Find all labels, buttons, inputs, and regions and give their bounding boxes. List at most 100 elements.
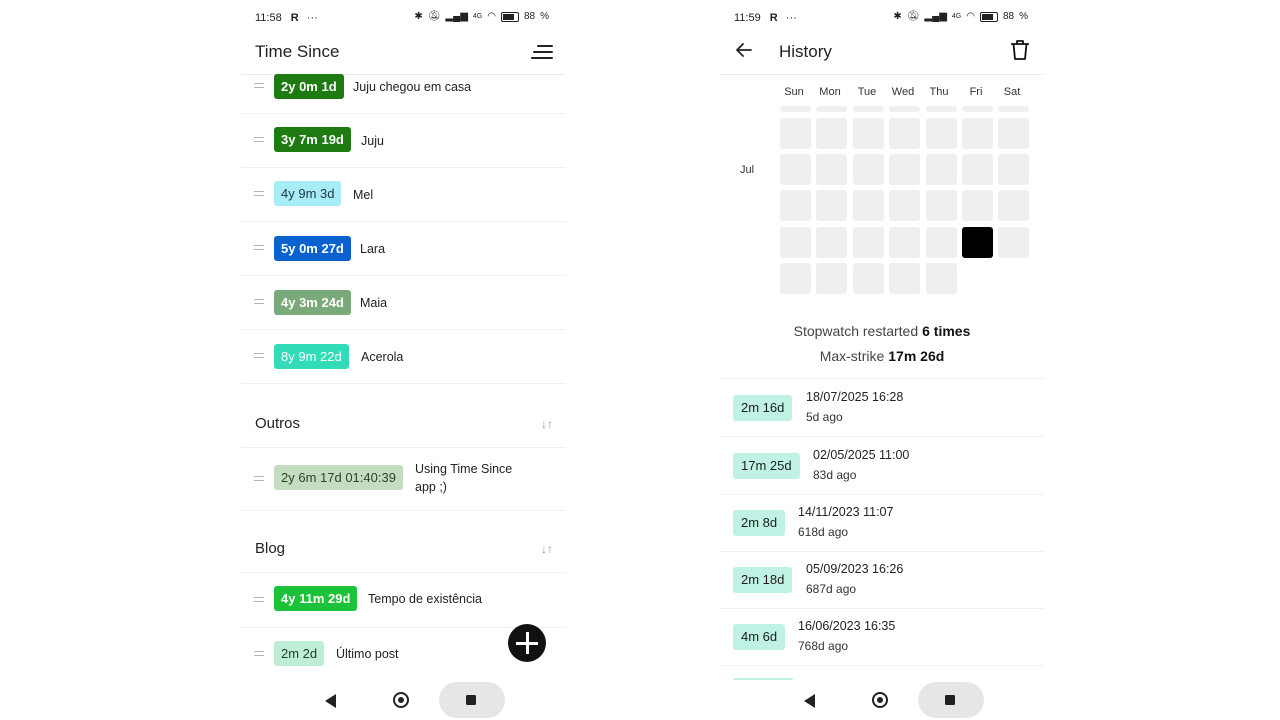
drag-handle-icon[interactable] <box>254 476 264 482</box>
calendar-day-cell <box>780 118 811 149</box>
max-strike-stat: Max-strike 17m 26d <box>819 348 945 364</box>
system-nav-bar <box>241 680 565 720</box>
weekday-label: Sat <box>1003 86 1021 98</box>
calendar-day-cell <box>889 154 921 185</box>
calendar-day-cell <box>852 118 884 149</box>
calendar-day-cell <box>889 263 921 294</box>
carrier-icon: R <box>769 12 778 24</box>
elapsed-badge: 2y 0m 1d <box>274 74 344 99</box>
item-label: Juju chegou em casa <box>353 80 472 94</box>
battery-icon <box>979 11 998 22</box>
calendar-day-cell <box>816 227 848 258</box>
history-entry[interactable]: 4m 6d 16/06/2023 16:35 768d ago <box>720 608 1044 666</box>
item-label: Acerola <box>361 350 404 364</box>
drag-handle-icon[interactable] <box>254 83 264 89</box>
elapsed-badge: 4y 3m 24d <box>274 290 351 315</box>
entry-ago: 768d ago <box>798 639 849 653</box>
recents-icon <box>466 695 476 705</box>
drag-handle-icon[interactable] <box>254 137 264 143</box>
list-item[interactable]: 3y 7m 19d Juju <box>241 113 565 168</box>
delete-icon[interactable] <box>1010 39 1030 61</box>
drag-handle-icon[interactable] <box>254 299 264 305</box>
more-dots-icon: ··· <box>785 12 797 24</box>
nav-back-icon[interactable] <box>325 694 336 708</box>
nav-back-icon[interactable] <box>804 694 815 708</box>
calendar-day-cell <box>816 263 848 294</box>
status-bar: 11:59 R ··· ✱ 🔕︎ ▂▄▆ 4G ◠ 88% <box>720 0 1044 36</box>
section-title: Outros <box>255 415 301 432</box>
calendar-day-cell <box>962 190 993 221</box>
weekday-label: Wed <box>891 86 915 98</box>
history-entry[interactable]: 2m 18d 05/09/2023 16:26 687d ago <box>720 551 1044 609</box>
section-title: Blog <box>255 540 286 557</box>
carrier-icon: R <box>290 12 299 24</box>
list-item[interactable]: 4y 9m 3d Mel <box>241 167 565 222</box>
drag-handle-icon[interactable] <box>254 191 264 197</box>
duration-badge: 4m 6d <box>733 624 786 650</box>
battery-level: 88 <box>523 11 536 22</box>
network-type: 4G <box>472 13 483 20</box>
section-header-outros: Outros ↓↑ <box>241 385 565 448</box>
list-item[interactable]: 2y 6m 17d 01:40:39 Using Time Since app … <box>241 448 565 511</box>
calendar-day-cell <box>962 118 993 149</box>
add-button[interactable] <box>508 624 546 662</box>
entry-ago: 618d ago <box>798 525 849 539</box>
calendar-day-cell <box>925 154 957 185</box>
calendar-day-cell <box>998 106 1030 112</box>
calendar-day-cell <box>962 154 993 185</box>
elapsed-badge: 2y 6m 17d 01:40:39 <box>274 465 403 490</box>
drag-handle-icon[interactable] <box>254 597 264 603</box>
back-arrow-icon[interactable] <box>734 40 754 60</box>
nav-recents-button[interactable] <box>439 682 505 718</box>
history-entry[interactable]: 2m 16d 18/07/2025 16:28 5d ago <box>720 379 1044 437</box>
section-header-blog: Blog ↓↑ <box>241 510 565 573</box>
mute-icon: 🔕︎ <box>427 11 441 22</box>
weekday-label: Tue <box>857 86 877 98</box>
signal-icon: ▂▄▆ <box>924 11 947 22</box>
calendar-day-cell <box>816 154 848 185</box>
system-nav-bar <box>720 680 1044 720</box>
calendar-day-cell <box>962 106 993 112</box>
calendar-day-cell <box>852 154 884 185</box>
mute-icon: 🔕︎ <box>906 11 920 22</box>
calendar-day-cell <box>889 106 921 112</box>
item-label: Último post <box>336 647 399 661</box>
list-item[interactable]: 8y 9m 22d Acerola <box>241 329 565 384</box>
sort-icon[interactable]: ↓↑ <box>541 417 553 431</box>
calendar-day-cell <box>925 263 957 294</box>
more-dots-icon: ··· <box>306 12 318 24</box>
list-item[interactable]: 2y 0m 1d Juju chegou em casa <box>241 59 565 114</box>
calendar-day-cell <box>780 106 811 112</box>
history-entry[interactable]: 17m 25d 02/05/2025 11:00 83d ago <box>720 437 1044 495</box>
drag-handle-icon[interactable] <box>254 245 264 251</box>
calendar-day-cell <box>852 106 884 112</box>
calendar-day-cell <box>925 227 957 258</box>
wifi-icon: ◠ <box>487 11 496 22</box>
nav-home-icon[interactable] <box>872 692 888 708</box>
nav-recents-button[interactable] <box>918 682 984 718</box>
calendar-day-cell <box>816 190 848 221</box>
history-entry[interactable]: 2m 8d 14/11/2023 11:07 618d ago <box>720 494 1044 552</box>
nav-home-icon[interactable] <box>393 692 409 708</box>
status-bar: 11:58 R ··· ✱ 🔕︎ ▂▄▆ 4G ◠ 88% <box>241 0 565 36</box>
drag-handle-icon[interactable] <box>254 353 264 359</box>
status-icons: ✱ 🔕︎ ▂▄▆ 4G ◠ 88% <box>414 11 549 22</box>
list-item[interactable]: 5y 0m 27d Lara <box>241 221 565 276</box>
item-label: Maia <box>360 296 388 310</box>
sort-icon[interactable]: ↓↑ <box>541 542 553 556</box>
bluetooth-icon: ✱ <box>414 11 423 22</box>
elapsed-badge: 3y 7m 19d <box>274 127 351 152</box>
list-item[interactable]: 4y 3m 24d Maia <box>241 275 565 330</box>
battery-level: 88 <box>1002 11 1015 22</box>
item-label: Tempo de existência <box>368 592 482 606</box>
list-item[interactable]: 4y 11m 29d Tempo de existência <box>241 573 565 628</box>
entry-datetime: 14/11/2023 11:07 <box>798 505 894 519</box>
month-label: Jul <box>740 164 755 176</box>
calendar-day-cell <box>925 118 957 149</box>
status-time: 11:58 R ··· <box>255 12 318 24</box>
elapsed-badge: 2m 2d <box>274 641 325 666</box>
weekday-label: Thu <box>929 86 949 98</box>
weekday-label: Sun <box>784 86 804 98</box>
drag-handle-icon[interactable] <box>254 651 264 657</box>
restart-count-stat: Stopwatch restarted 6 times <box>793 323 971 339</box>
